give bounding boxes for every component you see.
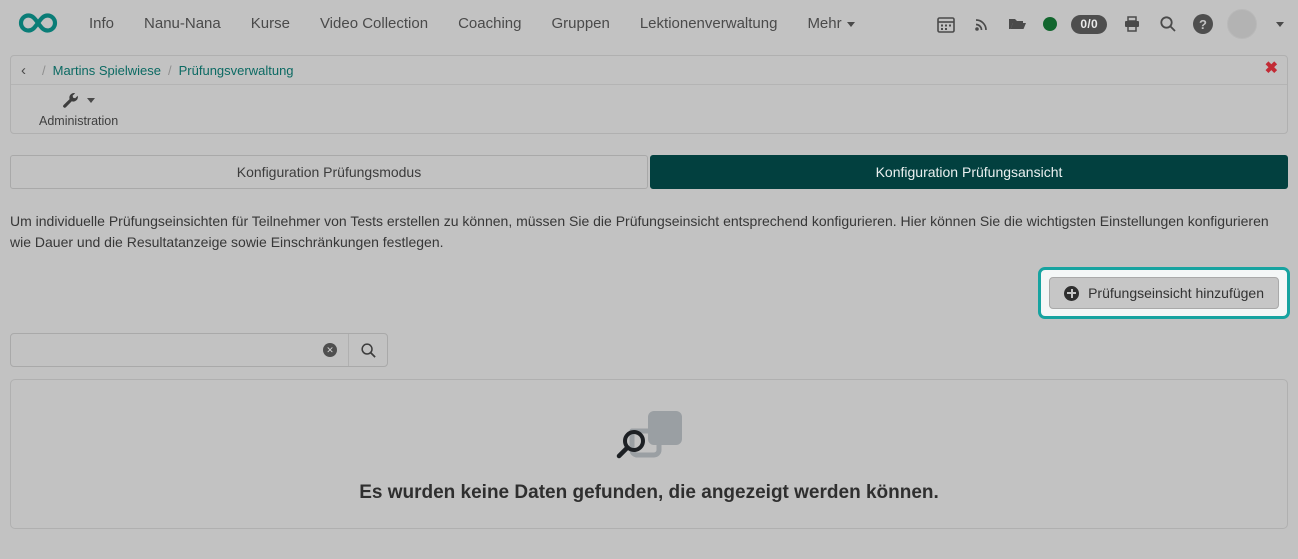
nav-label: Lektionenverwaltung [639, 15, 778, 32]
nav-label: Info [89, 15, 115, 32]
nav-label: Gruppen [551, 15, 610, 32]
online-status-dot [1043, 17, 1058, 31]
status-badge[interactable]: 0/0 [1071, 14, 1107, 34]
administration-label: Administration [39, 113, 119, 128]
clear-search-button[interactable]: ✕ [312, 334, 349, 366]
avatar[interactable] [1227, 9, 1257, 39]
breadcrumb: ‹ / Martins Spielwiese / Prüfungsverwalt… [11, 56, 1287, 85]
context-toolbar: Administration [11, 85, 1287, 133]
nav-label: Video Collection [319, 15, 429, 32]
administration-button[interactable]: Administration [33, 89, 124, 130]
nav-item-video-collection[interactable]: Video Collection [305, 0, 443, 48]
page-description: Um individuelle Prüfungseinsichten für T… [10, 213, 1269, 250]
breadcrumb-item-martins-spielwiese[interactable]: Martins Spielwiese [53, 63, 161, 78]
chevron-down-icon [846, 21, 855, 27]
clear-circle-icon: ✕ [323, 343, 337, 357]
nav-item-mehr[interactable]: Mehr [792, 0, 869, 48]
context-panel: ‹ / Martins Spielwiese / Prüfungsverwalt… [10, 55, 1288, 134]
breadcrumb-separator: / [42, 62, 46, 78]
tab-konfiguration-pruefungsmodus[interactable]: Konfiguration Prüfungsmodus [10, 155, 648, 189]
breadcrumb-separator: / [168, 62, 172, 78]
nav-label: Kurse [250, 15, 290, 32]
search-group: ✕ [10, 333, 388, 367]
nav-item-info[interactable]: Info [74, 0, 129, 48]
nav-label: Mehr [807, 15, 842, 32]
nav-label: Coaching [458, 15, 522, 32]
no-data-search-icon [610, 405, 688, 468]
nav-item-gruppen[interactable]: Gruppen [536, 0, 624, 48]
chevron-left-icon[interactable]: ‹ [21, 62, 26, 79]
plus-circle-icon [1064, 285, 1080, 301]
close-icon[interactable]: ✖ [1265, 61, 1278, 77]
tab-label: Konfiguration Prüfungsansicht [875, 164, 1063, 180]
empty-state-message: Es wurden keine Daten gefunden, die ange… [359, 481, 939, 503]
highlight-ring: Prüfungseinsicht hinzufügen [1038, 267, 1290, 319]
tab-konfiguration-pruefungsansicht[interactable]: Konfiguration Prüfungsansicht [650, 155, 1288, 189]
add-button-label: Prüfungseinsicht hinzufügen [1088, 285, 1264, 301]
calendar-icon[interactable] [935, 12, 957, 36]
infinity-logo-icon [16, 10, 60, 39]
help-glyph: ? [1199, 16, 1207, 32]
search-row: ✕ [10, 333, 1288, 367]
folder-icon[interactable] [1007, 12, 1029, 36]
avatar-chevron-down-icon[interactable] [1276, 21, 1284, 27]
rss-feed-icon[interactable] [971, 12, 993, 36]
search-icon [360, 342, 376, 358]
main-nav: Info Nanu-Nana Kurse Video Collection Co… [74, 0, 935, 48]
top-navbar: Info Nanu-Nana Kurse Video Collection Co… [0, 0, 1298, 48]
search-submit-button[interactable] [349, 334, 387, 366]
nav-item-coaching[interactable]: Coaching [443, 0, 536, 48]
nav-item-kurse[interactable]: Kurse [236, 0, 305, 48]
nav-label: Nanu-Nana [144, 15, 221, 32]
empty-state-panel: Es wurden keine Daten gefunden, die ange… [10, 379, 1288, 529]
navbar-tools: 0/0 ? [935, 9, 1284, 39]
tab-bar: Konfiguration Prüfungsmodus Konfiguratio… [10, 155, 1288, 189]
add-button-row: Prüfungseinsicht hinzufügen [10, 267, 1290, 319]
brand-logo[interactable] [12, 10, 64, 39]
nav-item-lektionenverwaltung[interactable]: Lektionenverwaltung [625, 0, 793, 48]
search-input[interactable] [11, 334, 312, 366]
help-icon[interactable]: ? [1193, 14, 1213, 34]
search-icon[interactable] [1157, 12, 1179, 36]
tab-label: Konfiguration Prüfungsmodus [236, 164, 422, 180]
wrench-icon [62, 91, 96, 111]
print-icon[interactable] [1121, 12, 1143, 36]
add-pruefungseinsicht-button[interactable]: Prüfungseinsicht hinzufügen [1049, 277, 1279, 309]
breadcrumb-item-pruefungsverwaltung[interactable]: Prüfungsverwaltung [179, 63, 294, 78]
caret-down-icon [87, 98, 96, 103]
nav-item-nanu-nana[interactable]: Nanu-Nana [129, 0, 236, 48]
